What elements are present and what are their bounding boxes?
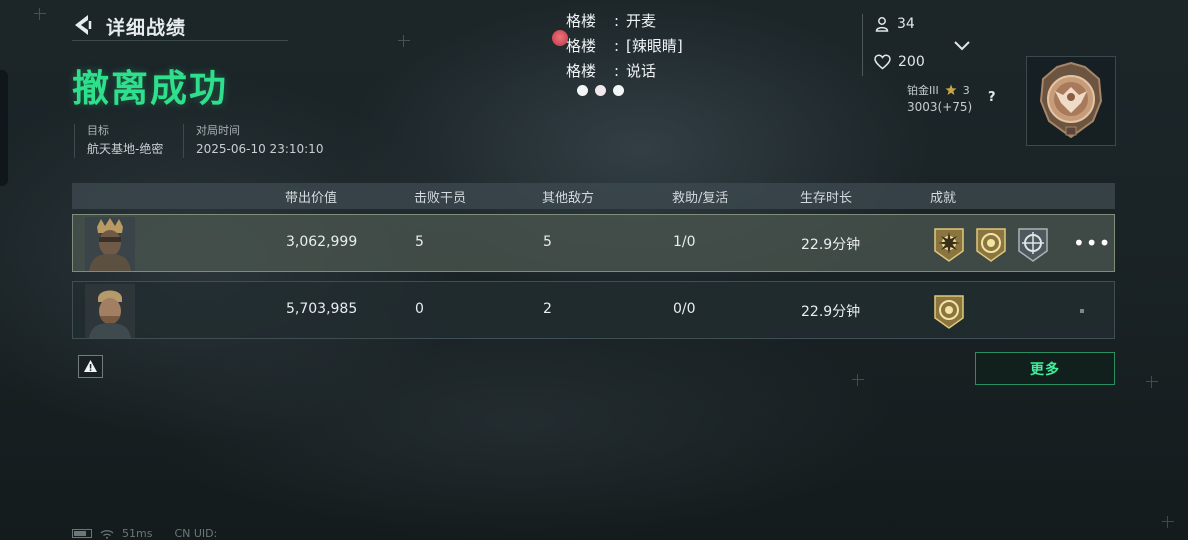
divider	[862, 14, 863, 76]
column-header-assist: 救助/复活	[672, 191, 729, 206]
report-button[interactable]	[78, 355, 103, 378]
side-drawer-handle[interactable]	[0, 70, 8, 186]
assist-cell: 1/0	[673, 234, 696, 250]
rank-points: 3003(+75)	[907, 100, 973, 114]
heart-icon	[874, 54, 891, 70]
row-more-menu-button[interactable]: •••	[1073, 231, 1111, 255]
ping-value: 51ms	[122, 527, 153, 540]
teammate-name: 格楼	[566, 12, 597, 30]
teammate-name: 格楼	[566, 37, 597, 55]
teammate-status: 开麦	[626, 12, 657, 30]
crosshair-decoration	[1146, 376, 1158, 388]
chevron-down-icon	[954, 41, 970, 51]
column-header-other-enemies: 其他敌方	[542, 191, 595, 206]
teammate-status: 说话	[626, 62, 657, 80]
teammate-row: 格楼 : 开麦	[566, 9, 683, 34]
stats-table-header: 带出价值 击败干员 其他敌方 救助/复活 生存时长 成就	[72, 183, 1115, 209]
match-time-value: 2025-06-10 23:10:10	[196, 142, 324, 156]
assist-cell: 0/0	[673, 301, 696, 317]
expand-button[interactable]	[950, 36, 974, 56]
rank-emblem-icon	[1039, 61, 1103, 139]
star-icon	[945, 84, 957, 95]
target-value: 航天基地-绝密	[87, 142, 164, 156]
rank-stars: 3	[962, 83, 970, 97]
rank-help-button[interactable]: ?	[988, 90, 996, 105]
teammate-row: 格楼 : 说话	[566, 59, 683, 84]
achievement-target-badge[interactable]	[933, 294, 965, 330]
column-header-survival: 生存时长	[800, 191, 853, 206]
status-bar: 51ms CN UID:	[72, 527, 217, 540]
player-avatar	[85, 284, 135, 338]
column-header-kills: 击败干员	[414, 191, 467, 206]
wifi-icon	[100, 529, 114, 539]
target-info: 目标 航天基地-绝密	[74, 124, 163, 158]
match-time-info: 对局时间 2025-06-10 23:10:10	[183, 124, 323, 158]
value-cell: 5,703,985	[286, 301, 358, 317]
divider	[72, 40, 288, 41]
player-row[interactable]: 3,062,999 5 5 1/0 22.9分钟 •••	[72, 214, 1115, 272]
back-button[interactable]	[70, 12, 98, 38]
warning-icon	[84, 360, 97, 372]
crosshair-decoration	[34, 8, 46, 20]
row-indicator	[1080, 309, 1084, 313]
crosshair-decoration	[398, 35, 410, 47]
rank-name: 铂金III	[907, 84, 939, 97]
page-title: 详细战绩	[106, 17, 187, 39]
teammate-status: [辣眼睛]	[626, 37, 683, 55]
teammate-status-list: 格楼 : 开麦 格楼 : [辣眼睛] 格楼 : 说话	[566, 9, 683, 84]
rank-info: 铂金III 3	[907, 82, 970, 98]
teammate-row: 格楼 : [辣眼睛]	[566, 34, 683, 59]
achievement-burst-badge[interactable]	[933, 227, 965, 263]
column-header-value: 带出价值	[285, 191, 338, 206]
column-header-achievements: 成就	[930, 191, 957, 206]
crosshair-decoration	[1162, 516, 1174, 528]
more-button[interactable]: 更多	[975, 352, 1115, 385]
survival-cell: 22.9分钟	[801, 237, 861, 253]
kills-cell: 0	[415, 301, 424, 317]
crosshair-decoration	[852, 374, 864, 386]
player-row[interactable]: 5,703,985 0 2 0/0 22.9分钟	[72, 281, 1115, 339]
likes-count: 200	[898, 54, 925, 70]
other-enemies-cell: 5	[543, 234, 552, 250]
target-label: 目标	[87, 124, 109, 137]
value-cell: 3,062,999	[286, 234, 358, 250]
survival-cell: 22.9分钟	[801, 304, 861, 320]
player-avatar	[85, 217, 135, 271]
rank-emblem[interactable]	[1026, 56, 1116, 146]
teammate-name: 格楼	[566, 62, 597, 80]
kills-cell: 5	[415, 234, 424, 250]
carousel-dot[interactable]	[613, 85, 624, 96]
carousel-pagination	[577, 85, 624, 96]
extraction-result-title: 撤离成功	[72, 67, 228, 110]
battery-icon	[72, 529, 92, 538]
achievement-target-badge[interactable]	[975, 227, 1007, 263]
carousel-dot[interactable]	[577, 85, 588, 96]
back-arrow-icon	[75, 15, 92, 35]
likes-stat[interactable]: 200	[874, 54, 925, 70]
followers-count: 34	[897, 16, 915, 32]
other-enemies-cell: 2	[543, 301, 552, 317]
uid-label: CN UID:	[174, 527, 218, 540]
person-icon	[875, 17, 889, 32]
match-time-label: 对局时间	[196, 124, 240, 137]
followers-stat: 34	[874, 16, 915, 32]
carousel-dot[interactable]	[595, 85, 606, 96]
achievement-crosshair-badge[interactable]	[1017, 227, 1049, 263]
